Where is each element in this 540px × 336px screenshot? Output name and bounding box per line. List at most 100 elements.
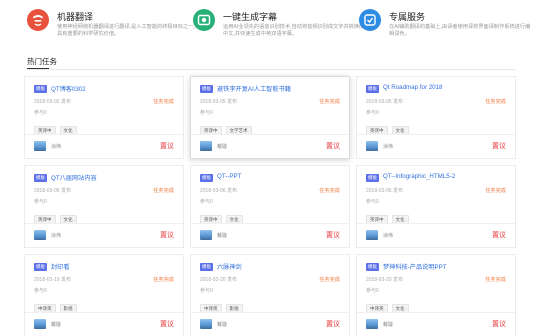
card-divider <box>357 223 515 224</box>
participant-count: 参与0 <box>34 199 47 205</box>
template-badge: 模板 <box>34 174 47 182</box>
publish-date: 2018-03-20 发布 <box>200 277 237 283</box>
feature-title: 一键生成字幕 <box>223 12 278 22</box>
feature-description: 运用AI业领先的语音识别技术,自动将音频识别成文字并转换成中文,并快速生成中英双… <box>223 24 365 37</box>
publish-date: 2018-03-05 发布 <box>200 99 237 105</box>
feature-description: 在AI辅助翻译的基础上,由译者使用译校界面译制作系统进行编辑润色。 <box>389 24 531 37</box>
feature-title: 机器翻译 <box>57 12 94 22</box>
card-divider <box>191 312 349 313</box>
avatar <box>34 141 46 151</box>
avatar <box>366 141 378 151</box>
task-card[interactable]: 模板 QT博客0302 2018-03-02 发布 任务完成 参与0 英译中 文化… <box>24 76 184 159</box>
task-title-link[interactable]: 梦神科技-产品说明PPT <box>383 262 447 271</box>
dispute-button[interactable]: 置议 <box>492 319 506 329</box>
task-status: 任务完成 <box>153 277 174 283</box>
dispute-button[interactable]: 置议 <box>160 230 174 240</box>
template-badge: 模板 <box>34 85 47 93</box>
publish-date: 2018-03-02 发布 <box>34 99 71 105</box>
section-divider <box>27 69 515 70</box>
participant-count: 参与0 <box>200 199 213 205</box>
avatar <box>200 141 212 151</box>
task-title-link[interactable]: 封印看 <box>51 262 70 271</box>
template-badge: 模板 <box>200 85 213 93</box>
dispute-button[interactable]: 置议 <box>326 319 340 329</box>
participant-count: 参与0 <box>366 288 379 294</box>
avatar <box>200 230 212 240</box>
task-status: 任务完成 <box>485 99 506 105</box>
template-badge: 模板 <box>366 263 379 271</box>
participant-count: 参与0 <box>200 288 213 294</box>
card-divider <box>191 134 349 135</box>
task-card[interactable]: 模板 QT--Infographic_HTML5-2 2018-03-06 发布… <box>356 165 516 248</box>
template-badge: 模板 <box>366 174 379 182</box>
participant-count: 参与0 <box>34 110 47 116</box>
user-name: 戴璇 <box>217 233 228 239</box>
publish-date: 2018-03-06 发布 <box>34 188 71 194</box>
task-status: 任务完成 <box>153 99 174 105</box>
publish-date: 2018-03-06 发布 <box>200 188 237 194</box>
card-divider <box>25 223 183 224</box>
avatar <box>366 230 378 240</box>
task-title-link[interactable]: QT博客0302 <box>51 84 86 93</box>
task-title-link[interactable]: QT八届网站内容 <box>51 173 97 182</box>
user-name: 戴璇 <box>383 322 394 328</box>
task-card[interactable]: 模板 QT八届网站内容 2018-03-06 发布 任务完成 参与0 英译中 文化… <box>24 165 184 248</box>
task-card[interactable]: 模板 QT--PPT 2018-03-06 发布 任务完成 参与0 英译中 文化 … <box>190 165 350 248</box>
task-status: 任务完成 <box>319 188 340 194</box>
publish-date: 2018-03-19 发布 <box>34 277 71 283</box>
task-card[interactable]: 模板 Qt Roadmap for 2018 2018-03-05 发布 任务完… <box>356 76 516 159</box>
template-badge: 模板 <box>200 263 213 271</box>
task-title-link[interactable]: 六脉神剑 <box>217 262 242 271</box>
user-name: 涂伟 <box>383 233 394 239</box>
avatar <box>200 319 212 329</box>
dispute-button[interactable]: 置议 <box>326 230 340 240</box>
dispute-button[interactable]: 置议 <box>160 141 174 151</box>
participant-count: 参与0 <box>200 110 213 116</box>
section-title: 热门任务 <box>27 57 57 66</box>
avatar <box>34 230 46 240</box>
task-card[interactable]: 模板 避铁李开复AI人工智能书籍 2018-03-05 发布 任务完成 参与0 … <box>190 76 350 159</box>
user-name: 戴璇 <box>217 322 228 328</box>
task-title-link[interactable]: QT--Infographic_HTML5-2 <box>383 173 455 180</box>
task-title-link[interactable]: QT--PPT <box>217 173 241 180</box>
avatar <box>366 319 378 329</box>
user-name: 戴璇 <box>51 322 62 328</box>
user-name: 涂伟 <box>51 144 62 150</box>
participant-count: 参与0 <box>366 110 379 116</box>
template-badge: 模板 <box>200 174 213 182</box>
publish-date: 2018-03-05 发布 <box>366 99 403 105</box>
task-status: 任务完成 <box>485 277 506 283</box>
task-title-link[interactable]: Qt Roadmap for 2018 <box>383 84 443 91</box>
publish-date: 2018-03-20 发布 <box>366 277 403 283</box>
participant-count: 参与0 <box>34 288 47 294</box>
dispute-button[interactable]: 置议 <box>492 141 506 151</box>
dispute-button[interactable]: 置议 <box>160 319 174 329</box>
task-card[interactable]: 模板 六脉神剑 2018-03-20 发布 任务完成 参与0 中译英 影视 戴璇 … <box>190 254 350 336</box>
user-name: 涂伟 <box>383 144 394 150</box>
card-divider <box>357 312 515 313</box>
feature-title: 专属服务 <box>389 12 426 22</box>
dispute-button[interactable]: 置议 <box>326 141 340 151</box>
avatar <box>34 319 46 329</box>
card-divider <box>25 312 183 313</box>
task-status: 任务完成 <box>485 188 506 194</box>
task-status: 任务完成 <box>153 188 174 194</box>
task-status: 任务完成 <box>319 277 340 283</box>
task-card[interactable]: 模板 封印看 2018-03-19 发布 任务完成 参与0 中译英 影视 戴璇 置… <box>24 254 184 336</box>
task-title-link[interactable]: 避铁李开复AI人工智能书籍 <box>217 84 291 93</box>
publish-date: 2018-03-06 发布 <box>366 188 403 194</box>
service-icon <box>359 9 381 31</box>
dispute-button[interactable]: 置议 <box>492 230 506 240</box>
subtitle-icon <box>193 9 215 31</box>
template-badge: 模板 <box>366 85 379 93</box>
user-name: 涂伟 <box>51 233 62 239</box>
card-divider <box>191 223 349 224</box>
template-badge: 模板 <box>34 263 47 271</box>
feature-description: 使用神经网络机器翻译进行翻译,是人工智能的终极目标之一,具有重要的科学研究价值。 <box>57 24 195 37</box>
translate-icon <box>27 9 49 31</box>
task-status: 任务完成 <box>319 99 340 105</box>
task-card[interactable]: 模板 梦神科技-产品说明PPT 2018-03-20 发布 任务完成 参与0 中… <box>356 254 516 336</box>
participant-count: 参与0 <box>366 199 379 205</box>
card-divider <box>25 134 183 135</box>
card-divider <box>357 134 515 135</box>
